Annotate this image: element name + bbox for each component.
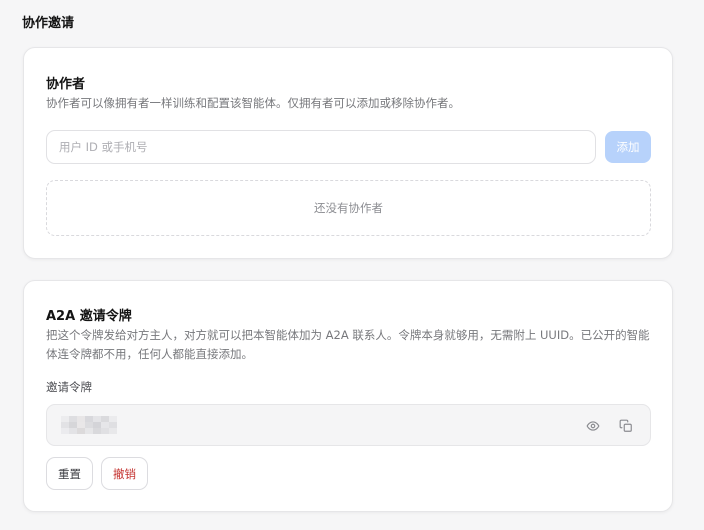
reset-token-button[interactable]: 重置	[46, 457, 93, 490]
collaborators-card: 协作者 协作者可以像拥有者一样训练和配置该智能体。仅拥有者可以添加或移除协作者。…	[23, 47, 673, 259]
eye-icon[interactable]	[583, 416, 603, 436]
empty-collaborators-text: 还没有协作者	[314, 201, 383, 215]
invite-token-title: A2A 邀请令牌	[46, 309, 132, 324]
page-title: 协作邀请	[22, 16, 75, 31]
empty-collaborators-box: 还没有协作者	[46, 180, 651, 236]
invite-token-card: A2A 邀请令牌 把这个令牌发给对方主人，对方就可以把本智能体加为 A2A 联系…	[23, 280, 673, 512]
invite-token-description: 把这个令牌发给对方主人，对方就可以把本智能体加为 A2A 联系人。令牌本身就够用…	[46, 328, 650, 361]
invite-token-field	[46, 404, 651, 446]
masked-token-value	[61, 416, 117, 434]
collaborators-title: 协作者	[46, 77, 86, 92]
invite-token-label: 邀请令牌	[46, 380, 92, 394]
add-collaborator-button[interactable]: 添加	[605, 131, 651, 163]
collaborator-id-input[interactable]	[46, 130, 596, 164]
collaborators-description: 协作者可以像拥有者一样训练和配置该智能体。仅拥有者可以添加或移除协作者。	[46, 96, 460, 110]
copy-icon[interactable]	[616, 416, 636, 436]
revoke-token-button[interactable]: 撤销	[101, 457, 148, 490]
